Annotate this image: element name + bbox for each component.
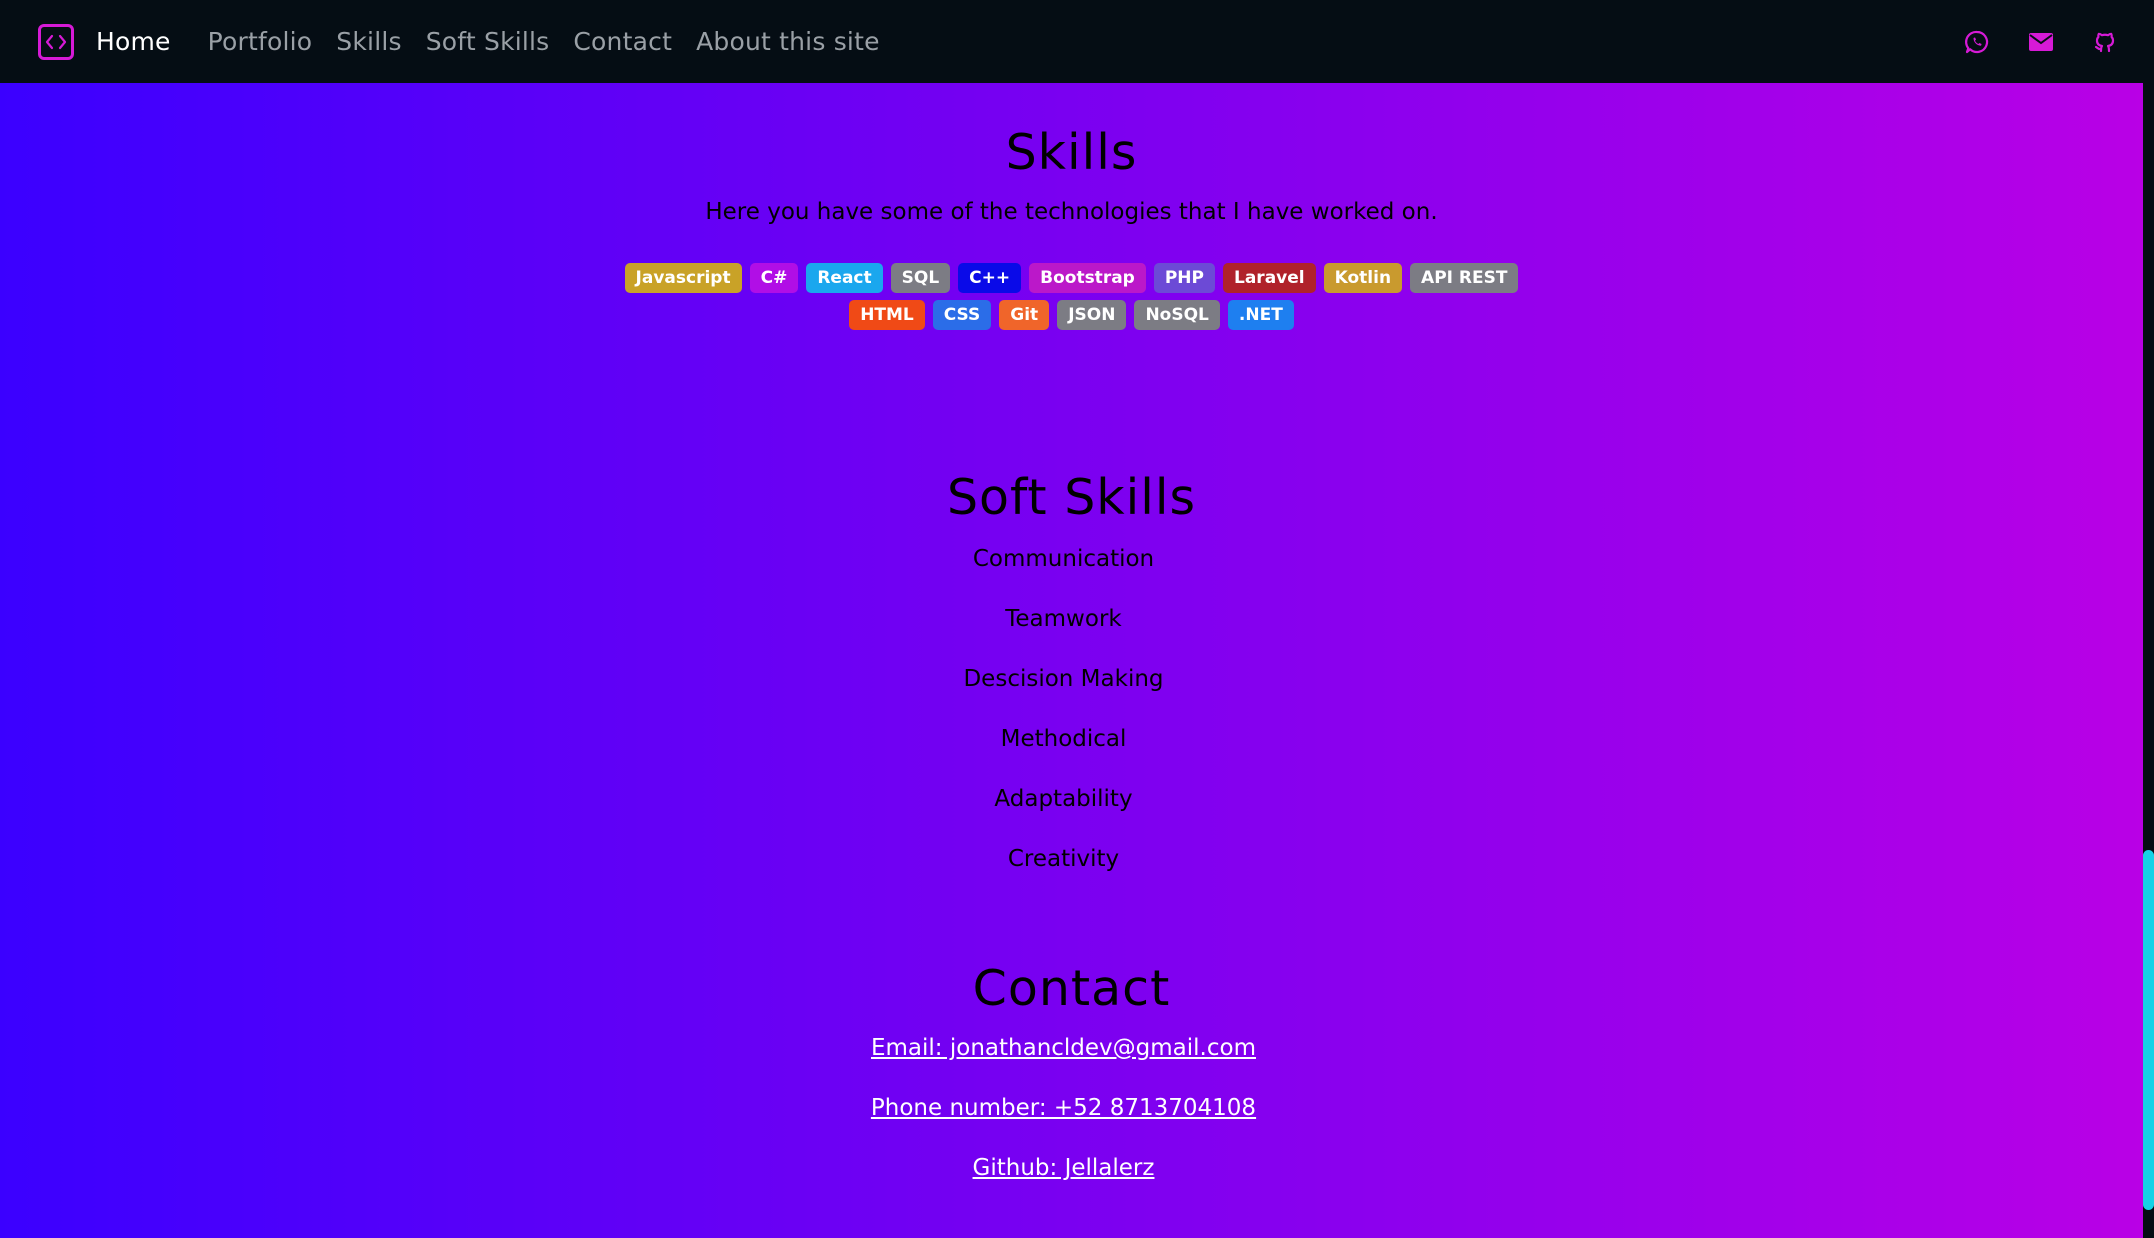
mail-icon[interactable] (2028, 32, 2054, 52)
top-navbar: Home Portfolio Skills Soft Skills Contac… (0, 0, 2154, 83)
soft-skills-list: Communication Teamwork Descision Making … (0, 540, 2143, 900)
skill-badge: CSS (932, 300, 992, 330)
skill-badge: C++ (958, 263, 1022, 293)
skill-badge: API REST (1410, 263, 1519, 293)
contact-links: Email: jonathancldev@gmail.com Phone num… (0, 1030, 2143, 1210)
list-item: Methodical (1000, 726, 1127, 752)
skill-badge: PHP (1153, 263, 1215, 293)
skill-badge: C# (749, 263, 799, 293)
code-brackets-logo-icon[interactable] (38, 23, 74, 60)
list-item: Adaptability (994, 786, 1133, 812)
contact-title: Contact (972, 960, 1171, 1017)
nav-links: Home Portfolio Skills Soft Skills Contac… (96, 27, 904, 56)
skill-badge: React (806, 263, 883, 293)
list-item: Communication (972, 546, 1155, 572)
skills-subtitle: Here you have some of the technologies t… (705, 199, 1438, 225)
scrollbar-thumb[interactable] (2143, 850, 2154, 1210)
list-item: Teamwork (1005, 606, 1122, 632)
nav-link-portfolio[interactable]: Portfolio (208, 27, 313, 56)
nav-link-about[interactable]: About this site (696, 27, 880, 56)
skill-badge: Bootstrap (1029, 263, 1146, 293)
list-item: Creativity (1007, 846, 1120, 872)
skill-badge: SQL (890, 263, 951, 293)
github-link[interactable]: Github: Jellalerz (0, 1150, 2143, 1210)
nav-link-home[interactable]: Home (96, 27, 171, 56)
phone-link[interactable]: Phone number: +52 8713704108 (0, 1090, 2143, 1150)
soft-skills-title: Soft Skills (946, 469, 1197, 526)
skills-badges-row-1: Javascript C# React SQL C++ Bootstrap PHP Larav… (0, 263, 2143, 293)
skill-badge: .NET (1227, 300, 1294, 330)
github-icon[interactable] (2092, 29, 2118, 55)
skill-badge: Javascript (624, 263, 742, 293)
skill-badge: JSON (1057, 300, 1127, 330)
skills-title: Skills (1005, 124, 1138, 181)
social-icons (1926, 0, 2118, 83)
skill-badge: HTML (849, 300, 925, 330)
nav-link-skills[interactable]: Skills (336, 27, 401, 56)
email-link[interactable]: Email: jonathancldev@gmail.com (0, 1030, 2143, 1090)
skill-badge: Kotlin (1323, 263, 1403, 293)
nav-link-soft-skills[interactable]: Soft Skills (426, 27, 550, 56)
nav-link-contact[interactable]: Contact (573, 27, 672, 56)
skill-badge: Git (999, 300, 1050, 330)
skill-badge: NoSQL (1134, 300, 1220, 330)
skills-badges-row-2: HTML CSS Git JSON NoSQL .NET (0, 300, 2143, 330)
skill-badge: Laravel (1223, 263, 1316, 293)
whatsapp-icon[interactable] (1964, 29, 1990, 55)
list-item: Descision Making (963, 666, 1164, 692)
